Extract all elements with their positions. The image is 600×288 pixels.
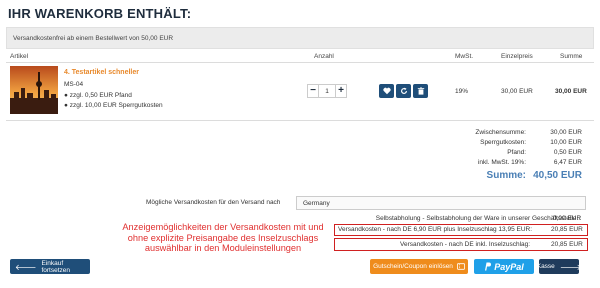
delete-button[interactable] — [413, 84, 428, 98]
arrow-left-icon: 🡐 — [15, 262, 37, 272]
trash-icon — [417, 87, 424, 95]
shipping-option-label: Versandkosten - nach DE 6,90 EUR plus In… — [338, 226, 533, 233]
shipping-country-label: Mögliche Versandkosten für den Versand n… — [146, 199, 281, 206]
arrow-right-icon: 🡒 — [559, 262, 582, 272]
column-vat: MwSt. — [455, 53, 474, 60]
coupon-icon — [456, 263, 465, 270]
shipping-option-price: 0,00 EUR — [553, 215, 582, 222]
bullet-icon: ● — [64, 92, 68, 99]
bulky-value: 10,00 EUR — [550, 139, 582, 146]
column-unit-price: Einzelpreis — [501, 53, 533, 60]
bullet-icon: ● — [64, 102, 68, 109]
product-sku: MS-04 — [64, 81, 84, 88]
paypal-button[interactable]: PayPal — [474, 259, 534, 274]
quantity-increase-button[interactable]: + — [335, 84, 347, 98]
item-divider — [6, 120, 594, 121]
product-extra-label: zzgl. 0,50 EUR Pfand — [69, 92, 132, 99]
shipping-option-label: Selbstabholung - Selbstabholung der Ware… — [375, 215, 580, 222]
product-extra-bulky: ● zzgl. 10,00 EUR Sperrgutkosten — [64, 102, 163, 109]
bulky-label: Sperrgutkosten: — [480, 139, 526, 146]
subtotal-value: 30,00 EUR — [550, 129, 582, 136]
annotation-line: Anzeigemöglichkeiten der Versandkosten m… — [122, 222, 324, 232]
annotation-line: ohne explizite Preisangabe des Inselzusc… — [127, 232, 319, 243]
wishlist-button[interactable] — [379, 84, 394, 98]
item-vat: 19% — [455, 88, 469, 95]
deposit-value: 0,50 EUR — [553, 149, 582, 156]
shipping-option-label: Versandkosten - nach DE inkl. Inselzusch… — [400, 241, 531, 248]
quantity-decrease-button[interactable]: − — [307, 84, 319, 98]
vat-label: inkl. MwSt. 19%: — [477, 159, 526, 166]
heart-icon — [382, 87, 391, 95]
shipping-country-value: Germany — [303, 200, 330, 207]
shipping-option-price: 20,85 EUR — [551, 226, 583, 233]
column-total: Summe — [560, 53, 583, 60]
shipping-country-select[interactable]: Germany — [296, 196, 586, 210]
annotation-line: auswählbar in den Moduleinstellungen — [144, 243, 302, 253]
total-label: Summe: — [486, 170, 526, 181]
quantity-input[interactable]: 1 — [319, 84, 335, 98]
item-unit-price: 30,00 EUR — [501, 88, 533, 95]
column-article: Artikel — [10, 53, 29, 60]
total-value: 40,50 EUR — [533, 170, 582, 181]
product-extra-label: zzgl. 10,00 EUR Sperrgutkosten — [69, 102, 163, 109]
coupon-button[interactable]: Gutschein/Coupon einlösen — [370, 259, 468, 274]
refresh-icon — [400, 87, 407, 94]
product-extra-deposit: ● zzgl. 0,50 EUR Pfand — [64, 92, 132, 99]
vat-value: 6,47 EUR — [553, 159, 582, 166]
paypal-label: PayPal — [494, 261, 524, 272]
header-divider — [6, 62, 594, 63]
item-total: 30,00 EUR — [555, 88, 587, 95]
continue-shopping-button[interactable]: 🡐 Einkauf fortsetzen — [10, 259, 90, 274]
free-shipping-notice: Versandkostenfrei ab einem Bestellwert v… — [6, 27, 594, 49]
column-quantity: Anzahl — [314, 53, 334, 60]
checkout-label: Kasse — [536, 263, 555, 270]
page-title: IHR WARENKORB ENTHÄLT: — [8, 6, 192, 21]
product-name-link[interactable]: 4. Testartikel schneller — [64, 69, 139, 76]
update-button[interactable] — [396, 84, 411, 98]
continue-shopping-label: Einkauf fortsetzen — [41, 259, 70, 274]
annotation-text: Anzeigemöglichkeiten der Versandkosten m… — [112, 222, 334, 254]
product-image[interactable] — [10, 66, 58, 114]
coupon-label: Gutschein/Coupon einlösen — [373, 263, 453, 270]
deposit-label: Pfand: — [507, 149, 526, 156]
paypal-icon — [485, 262, 492, 271]
checkout-button[interactable]: Kasse 🡒 — [536, 259, 582, 274]
shipping-option-pickup: Selbstabholung - Selbstabholung der Ware… — [300, 215, 580, 222]
shipping-option-price: 20,85 EUR — [551, 241, 583, 248]
subtotal-label: Zwischensumme: — [475, 129, 526, 136]
